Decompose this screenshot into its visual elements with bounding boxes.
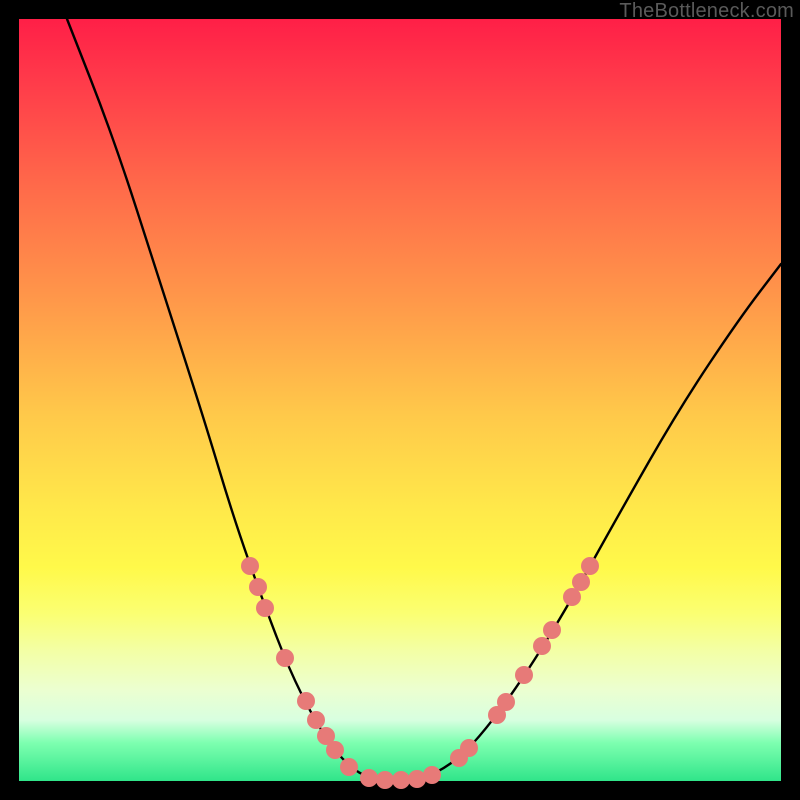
data-dot (376, 771, 394, 789)
data-dot (572, 573, 590, 591)
data-dot (256, 599, 274, 617)
data-dot (543, 621, 561, 639)
data-dot (360, 769, 378, 787)
data-dot (340, 758, 358, 776)
data-dot (497, 693, 515, 711)
chart-frame (19, 19, 781, 781)
data-dot (392, 771, 410, 789)
data-dot (297, 692, 315, 710)
v-curve (67, 19, 781, 780)
watermark-text: TheBottleneck.com (619, 0, 794, 23)
data-dot (515, 666, 533, 684)
data-dot (423, 766, 441, 784)
data-dot (307, 711, 325, 729)
data-dot (563, 588, 581, 606)
bottleneck-plot (19, 19, 781, 781)
data-dot (249, 578, 267, 596)
data-dot (241, 557, 259, 575)
data-dot (533, 637, 551, 655)
data-dot (460, 739, 478, 757)
data-dot (581, 557, 599, 575)
dots-group (241, 557, 599, 789)
data-dot (326, 741, 344, 759)
data-dot (276, 649, 294, 667)
